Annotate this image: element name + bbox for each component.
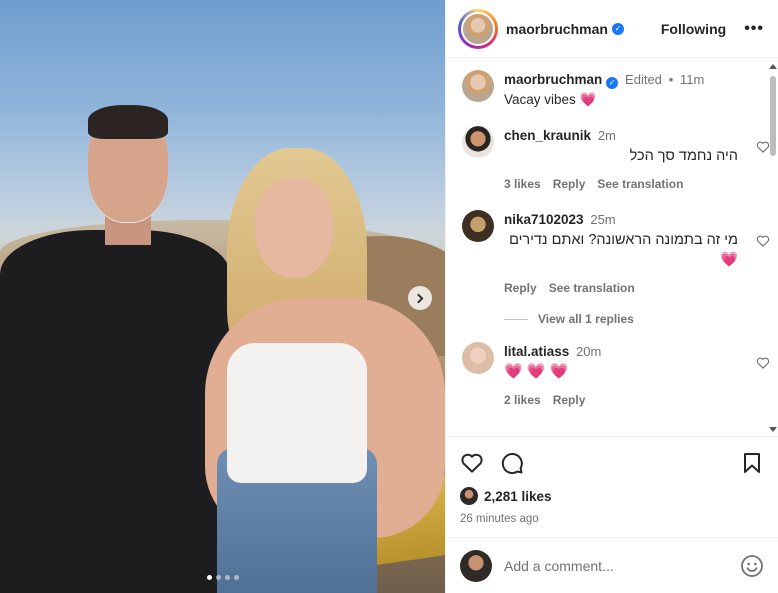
commenter-avatar[interactable] [462,342,494,374]
next-photo-button[interactable] [408,286,432,310]
add-comment-bar [446,537,778,593]
see-translation-button[interactable]: See translation [597,174,683,194]
comment-item: nika7102023 25m מי זה בתמונה הראשונה? וא… [462,210,770,298]
carousel-dot [233,575,239,580]
author-username[interactable]: maorbruchman [506,21,608,37]
caption: maorbruchman ✓ Edited • 11m Vacay vibes 💗 [462,70,744,110]
edited-label: Edited [625,72,662,87]
comment-item: chen_kraunik 2m היה נחמד סך הכל 3 likes … [462,126,770,194]
post-header: maorbruchman ✓ Following ••• [446,0,778,58]
caption-avatar[interactable] [462,70,494,102]
more-options-icon[interactable]: ••• [744,20,764,38]
story-ring[interactable] [458,8,498,49]
commenter-avatar[interactable] [462,210,494,242]
author-avatar[interactable] [461,11,495,46]
carousel-dot [224,575,230,580]
comments-list[interactable]: maorbruchman ✓ Edited • 11m Vacay vibes 💗… [446,58,778,436]
scroll-up-arrow[interactable] [769,64,777,69]
reply-button[interactable]: Reply [504,278,537,298]
carousel-dots [0,575,445,580]
chevron-right-icon [413,293,424,303]
post-time[interactable]: 26 minutes ago [460,513,764,525]
heart-outline-icon[interactable] [460,451,484,475]
instagram-post-modal: maorbruchman ✓ Following ••• maorbruchma… [0,0,778,593]
comment-time[interactable]: 2m [598,128,616,143]
speech-bubble-icon[interactable] [500,451,524,475]
comment-username[interactable]: lital.atiass [504,344,569,359]
caption-time[interactable]: 11m [680,72,704,87]
current-user-avatar [460,549,492,582]
view-replies-button[interactable]: View all 1 replies [504,312,744,326]
comment-username[interactable]: nika7102023 [504,212,584,227]
woman-figure [205,148,445,593]
liker-avatar[interactable] [460,487,478,505]
comments-scrollbar[interactable] [766,58,778,436]
bookmark-icon[interactable] [740,451,764,475]
reply-button[interactable]: Reply [553,174,586,194]
commenter-avatar[interactable] [462,126,494,158]
smiley-icon[interactable] [740,554,764,578]
caption-username[interactable]: maorbruchman [504,72,602,87]
separator-dot: • [668,72,674,87]
following-button[interactable]: Following [661,21,726,37]
see-translation-button[interactable]: See translation [549,278,635,298]
comment-text: היה נחמד סך הכל [629,148,738,164]
comment-item: lital.atiass 20m 💗 💗 💗 2 likes Reply [462,342,770,410]
verified-badge-icon: ✓ [606,77,619,89]
post-photo[interactable] [0,0,445,593]
likes-count[interactable]: 2,281 likes [484,489,552,504]
caption-text: Vacay vibes 💗 [504,92,597,107]
view-replies-label: View all 1 replies [538,312,634,326]
post-side-panel: maorbruchman ✓ Following ••• maorbruchma… [445,0,778,593]
carousel-dot [215,575,221,580]
comment-likes-count[interactable]: 2 likes [504,390,541,410]
reply-button[interactable]: Reply [553,390,586,410]
scroll-down-arrow[interactable] [769,427,777,432]
comment-time[interactable]: 20m [576,344,601,359]
comment-text: מי זה בתמונה הראשונה? ואתם נדירים 💗 [509,232,738,268]
add-comment-input[interactable] [504,557,740,574]
comment-likes-count[interactable]: 3 likes [504,174,541,194]
comment-text: 💗 💗 💗 [504,363,569,380]
comment-time[interactable]: 25m [590,212,615,227]
verified-badge-icon: ✓ [611,22,624,35]
scrollbar-thumb[interactable] [770,76,776,156]
comment-username[interactable]: chen_kraunik [504,128,591,143]
man-figure [0,105,230,593]
post-actions: 2,281 likes 26 minutes ago [446,436,778,546]
replies-line [504,318,528,320]
carousel-dot-active [206,575,212,580]
